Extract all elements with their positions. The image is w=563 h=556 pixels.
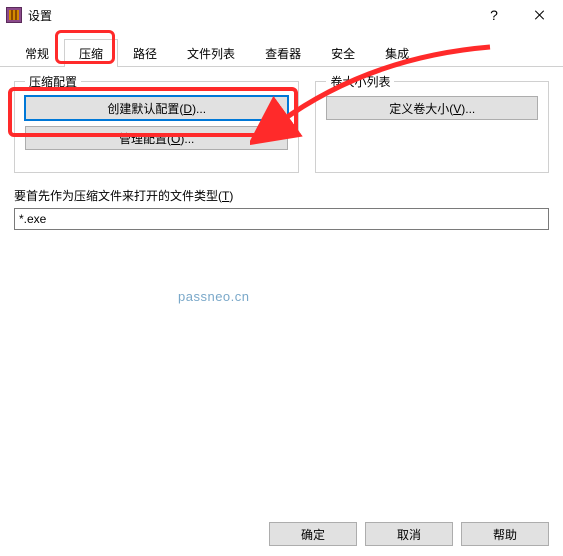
app-icon — [6, 7, 22, 23]
define-volume-size-button[interactable]: 定义卷大小(V)... — [326, 96, 538, 120]
filetype-label: 要首先作为压缩文件来打开的文件类型(T) — [14, 187, 549, 204]
watermark-text: passneo.cn — [178, 289, 250, 304]
button-label: 取消 — [397, 526, 421, 543]
filetype-input[interactable] — [14, 208, 549, 230]
tab-paths[interactable]: 路径 — [118, 39, 172, 67]
title-bar: 设置 — [0, 0, 563, 30]
button-label: 定义卷大小(V)... — [389, 100, 475, 117]
help-button[interactable] — [471, 0, 517, 30]
create-default-profile-button[interactable]: 创建默认配置(D)... — [25, 96, 288, 120]
ok-button[interactable]: 确定 — [269, 522, 357, 546]
window-title: 设置 — [28, 7, 471, 24]
button-label: 创建默认配置(D)... — [107, 100, 206, 117]
tab-compression[interactable]: 压缩 — [64, 39, 118, 67]
button-label: 帮助 — [493, 526, 517, 543]
tab-integration[interactable]: 集成 — [370, 39, 424, 67]
tab-filelist[interactable]: 文件列表 — [172, 39, 250, 67]
tab-strip: 常规 压缩 路径 文件列表 查看器 安全 集成 — [0, 30, 563, 67]
tab-viewer[interactable]: 查看器 — [250, 39, 316, 67]
tab-general[interactable]: 常规 — [10, 39, 64, 67]
close-button[interactable] — [517, 0, 563, 30]
group-compress-profiles: 压缩配置 创建默认配置(D)... 管理配置(O)... — [14, 81, 299, 173]
cancel-button[interactable]: 取消 — [365, 522, 453, 546]
dialog-footer: 确定 取消 帮助 — [269, 522, 549, 546]
close-icon — [535, 10, 545, 20]
button-label: 确定 — [301, 526, 325, 543]
group-compress-legend: 压缩配置 — [25, 73, 81, 90]
help-icon — [490, 7, 498, 23]
tab-panel-compression: 压缩配置 创建默认配置(D)... 管理配置(O)... 卷大小列表 定义卷大小… — [0, 67, 563, 513]
help-button[interactable]: 帮助 — [461, 522, 549, 546]
group-volume-sizes: 卷大小列表 定义卷大小(V)... — [315, 81, 549, 173]
group-volume-legend: 卷大小列表 — [326, 73, 394, 90]
tab-security[interactable]: 安全 — [316, 39, 370, 67]
manage-profiles-button[interactable]: 管理配置(O)... — [25, 126, 288, 150]
button-label: 管理配置(O)... — [119, 130, 194, 147]
